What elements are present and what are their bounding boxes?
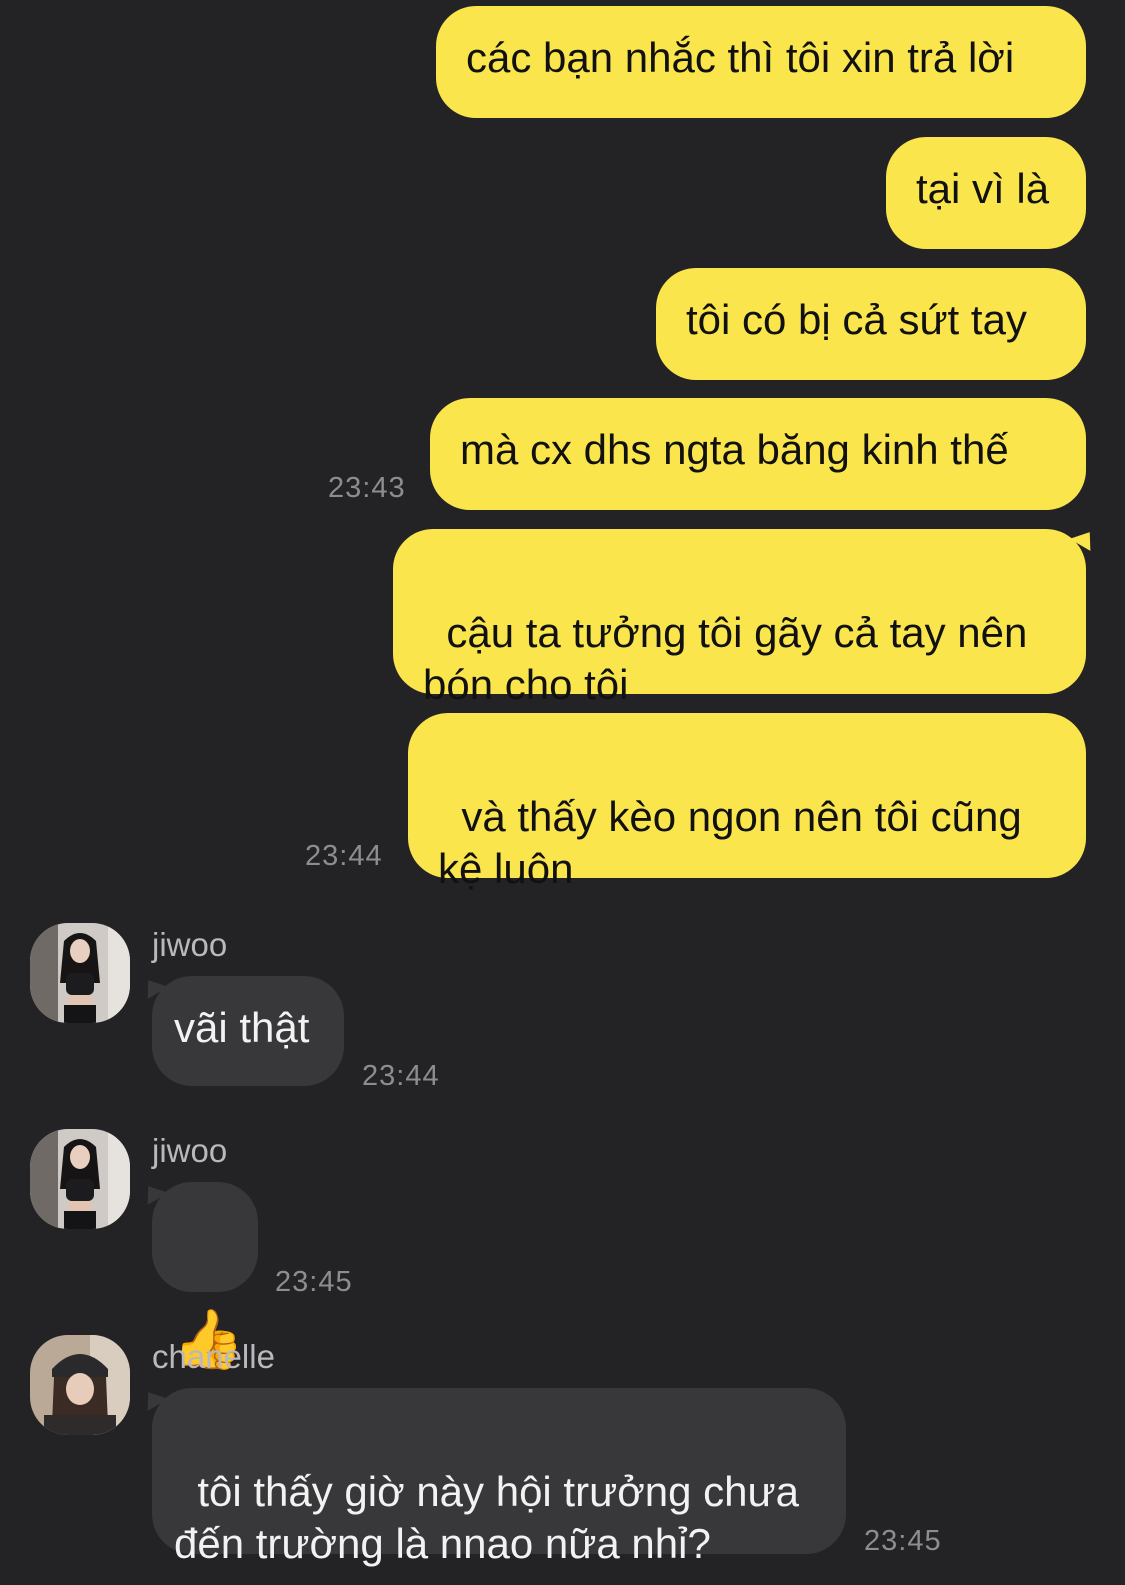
incoming-message[interactable]: 👍 [152,1182,258,1370]
outgoing-message[interactable]: tại vì là [886,137,1086,249]
message-text: tôi có bị cả sứt tay [686,296,1027,343]
message-timestamp: 23:44 [305,840,383,872]
message-text: và thấy kèo ngon nên tôi cũng kệ luôn [438,793,1034,892]
message-timestamp: 23:45 [275,1266,353,1298]
girl-portrait-avatar [30,1129,130,1229]
outgoing-message[interactable]: mà cx dhs ngta băng kinh thế [430,398,1086,510]
message-text: tại vì là [916,165,1050,212]
sender-name: chanelle [152,1338,275,1375]
jiwoo-avatar[interactable] [30,1129,130,1229]
sender-name: jiwoo [152,1132,228,1169]
message-text: tôi thấy giờ này hội trưởng chưa đến trư… [174,1468,811,1567]
outgoing-message[interactable]: tôi có bị cả sứt tay [656,268,1086,380]
sender-name: jiwoo [152,926,228,963]
chanelle-avatar[interactable] [30,1335,130,1435]
outgoing-message[interactable]: các bạn nhắc thì tôi xin trả lời [436,6,1086,118]
girl-portrait-avatar [30,923,130,1023]
message-text: mà cx dhs ngta băng kinh thế [460,426,1009,473]
girl-beanie-avatar [30,1335,130,1435]
message-text: cậu ta tưởng tôi gãy cả tay nên bón cho … [423,609,1040,708]
message-text: vãi thật [174,1004,310,1051]
message-text: các bạn nhắc thì tôi xin trả lời [466,34,1015,81]
jiwoo-avatar[interactable] [30,923,130,1023]
incoming-message[interactable]: tôi thấy giờ này hội trưởng chưa đến trư… [152,1388,846,1567]
outgoing-message[interactable]: cậu ta tưởng tôi gãy cả tay nên bón cho … [393,529,1086,708]
outgoing-message[interactable]: và thấy kèo ngon nên tôi cũng kệ luôn [408,713,1086,892]
message-timestamp: 23:45 [864,1525,942,1557]
incoming-message[interactable]: vãi thật [152,976,344,1086]
message-timestamp: 23:44 [362,1060,440,1092]
message-timestamp: 23:43 [328,472,406,504]
